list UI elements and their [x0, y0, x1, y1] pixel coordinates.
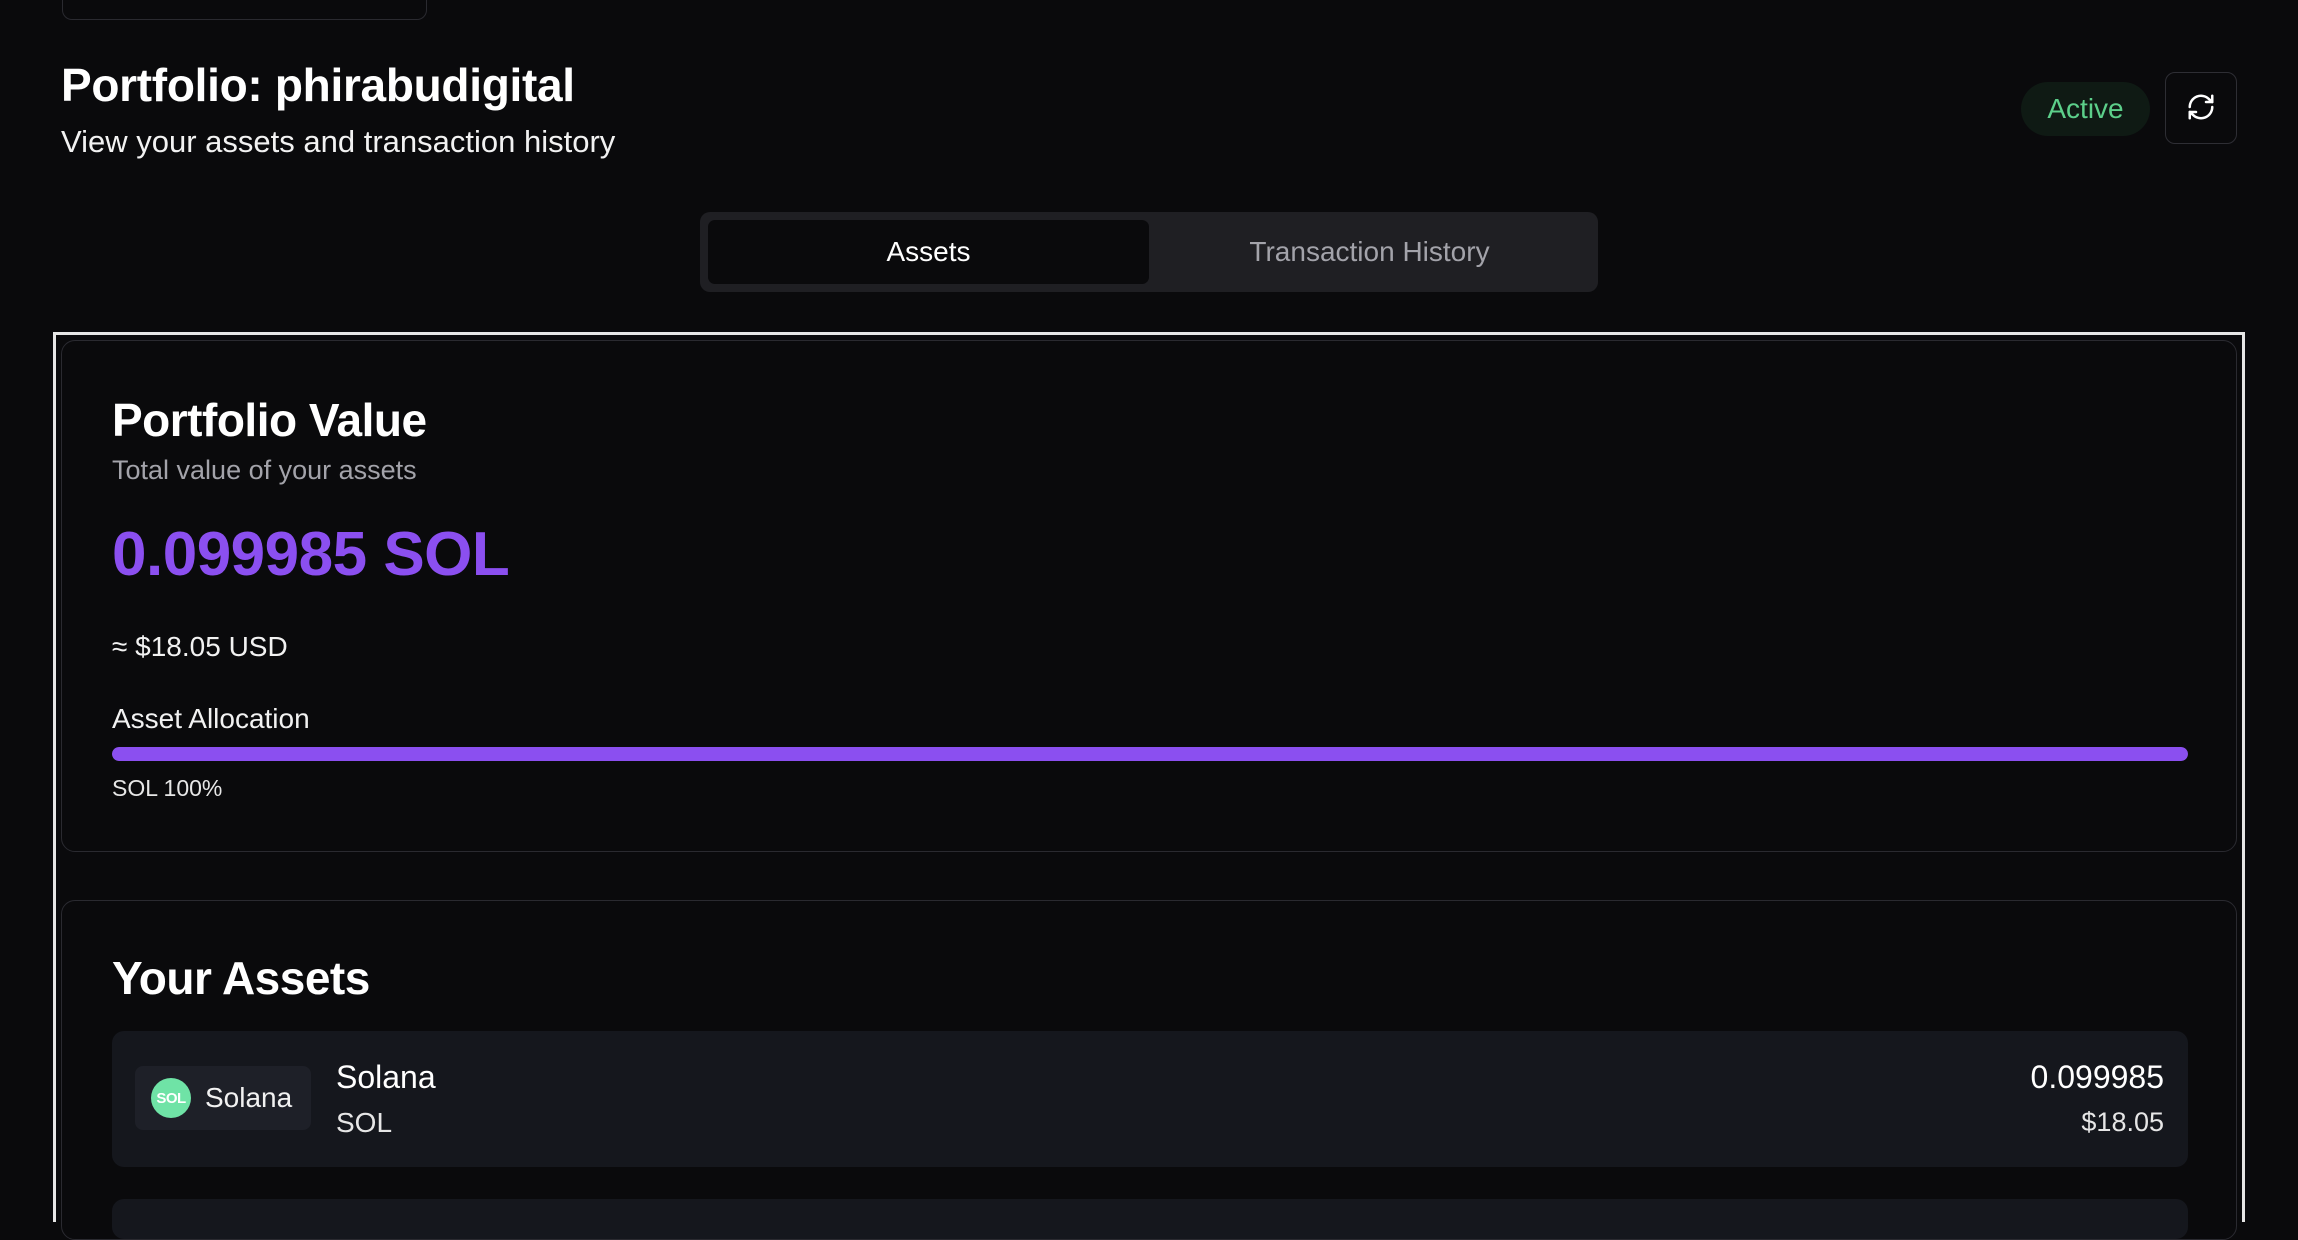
portfolio-sol-amount: 0.099985 SOL — [112, 520, 510, 589]
page-subtitle: View your assets and transaction history — [61, 124, 616, 159]
refresh-button[interactable] — [2165, 72, 2237, 144]
asset-allocation-label: Asset Allocation — [112, 703, 310, 734]
solana-logo-icon: SOL — [151, 1078, 191, 1118]
asset-amount: 0.099985 — [2030, 1059, 2164, 1095]
your-assets-title: Your Assets — [112, 952, 370, 1004]
asset-row[interactable]: SOL Solana Solana SOL 0.099985 $18.05 — [112, 1031, 2188, 1167]
portfolio-value-description: Total value of your assets — [112, 455, 417, 485]
portfolio-value-title: Portfolio Value — [112, 394, 427, 446]
asset-usd-value: $18.05 — [2081, 1107, 2164, 1137]
portfolio-usd-amount: ≈ $18.05 USD — [112, 631, 288, 662]
tab-bar: Assets Transaction History — [700, 212, 1598, 292]
asset-name: Solana — [336, 1059, 436, 1095]
asset-symbol: SOL — [336, 1107, 393, 1138]
tab-transaction-history[interactable]: Transaction History — [1149, 220, 1590, 284]
your-assets-card: Your Assets SOL Solana Solana SOL 0.0999… — [61, 900, 2237, 1240]
status-badge: Active — [2021, 82, 2150, 136]
asset-row[interactable] — [112, 1199, 2188, 1239]
allocation-legend: SOL 100% — [112, 775, 223, 801]
refresh-icon — [2186, 92, 2216, 125]
allocation-bar-fill-sol — [112, 747, 2188, 761]
top-card-edge — [62, 0, 427, 20]
token-chip-label: Solana — [205, 1082, 293, 1113]
page-title: Portfolio: phirabudigital — [61, 59, 575, 111]
token-chip: SOL Solana — [135, 1066, 311, 1130]
portfolio-value-card: Portfolio Value Total value of your asse… — [61, 340, 2237, 852]
tab-assets[interactable]: Assets — [708, 220, 1149, 284]
allocation-bar — [112, 747, 2188, 761]
